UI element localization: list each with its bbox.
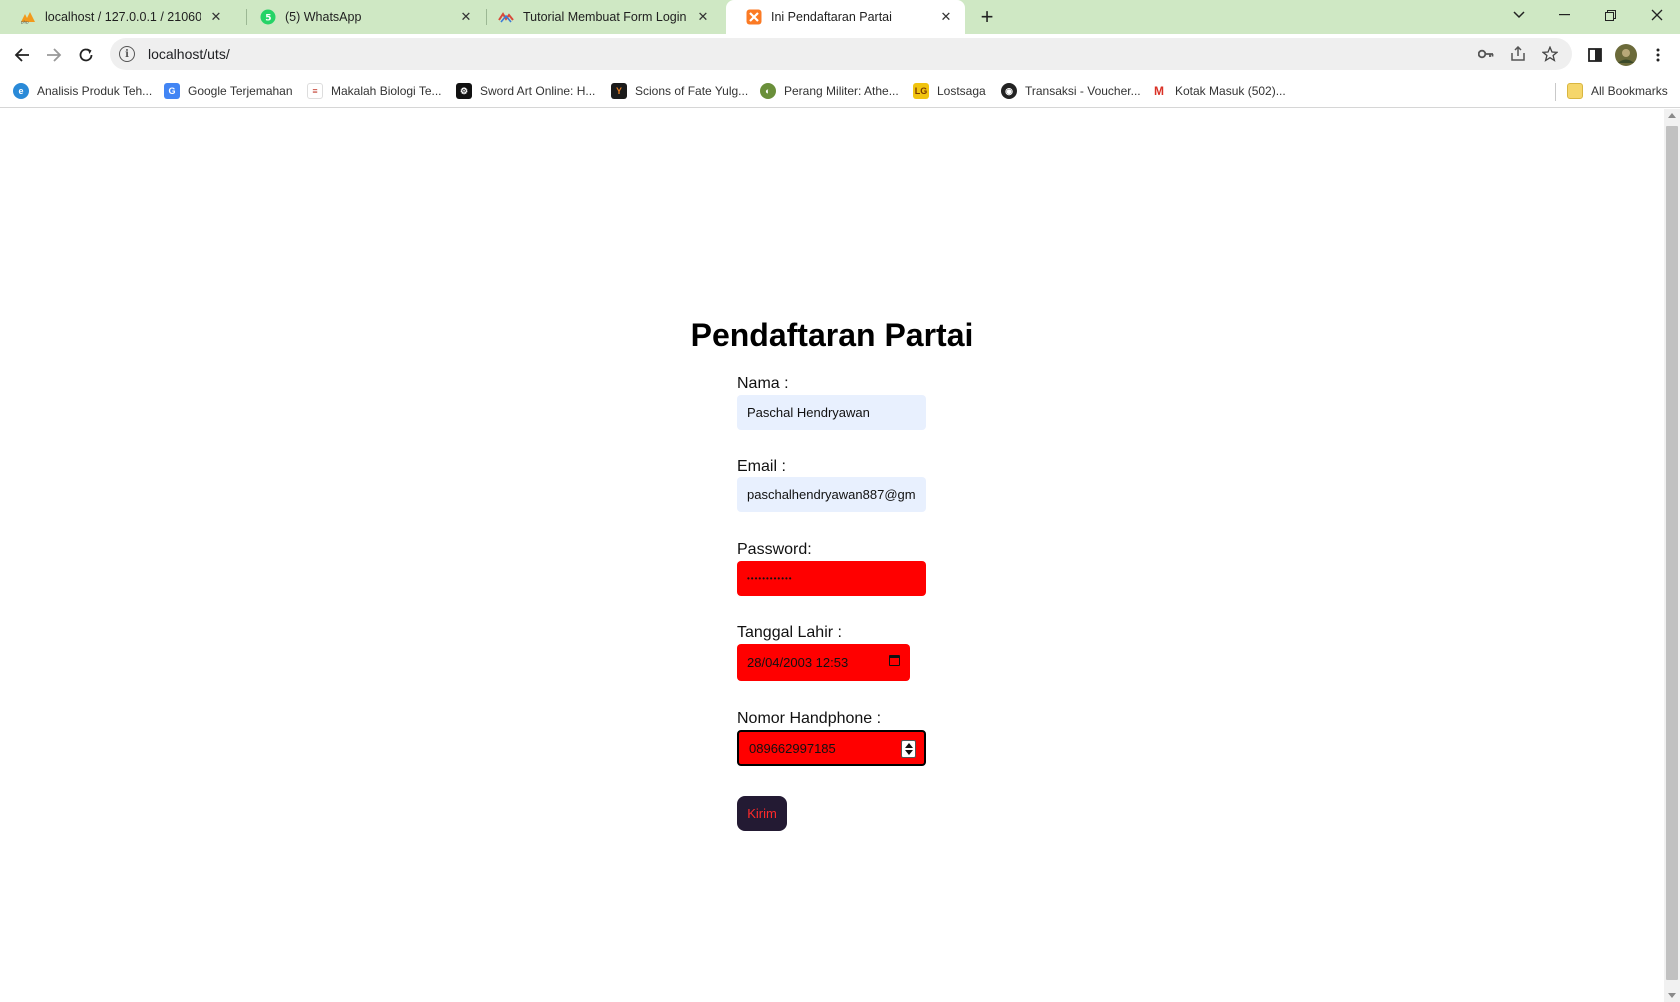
nama-input[interactable]: Paschal Hendryawan bbox=[737, 395, 926, 430]
back-icon[interactable] bbox=[8, 41, 36, 69]
close-tab-icon[interactable]: ✕ bbox=[694, 8, 712, 26]
bookmarks-bar: e Analisis Produk Teh... G Google Terjem… bbox=[0, 75, 1680, 108]
bookmark-label: Scions of Fate Yulg... bbox=[635, 84, 749, 98]
share-icon[interactable] bbox=[1510, 46, 1526, 62]
reload-icon[interactable] bbox=[72, 41, 100, 69]
phpmyadmin-icon: php bbox=[20, 9, 36, 25]
svg-text:5: 5 bbox=[265, 14, 271, 24]
bookmark-label: Perang Militer: Athe... bbox=[784, 84, 899, 98]
tutorial-site-icon bbox=[498, 9, 514, 25]
all-bookmarks-label: All Bookmarks bbox=[1591, 84, 1668, 98]
number-spinner-icon[interactable] bbox=[901, 740, 916, 758]
forward-icon[interactable] bbox=[40, 41, 68, 69]
whatsapp-icon: 5 bbox=[260, 9, 276, 25]
google-translate-icon: G bbox=[164, 83, 180, 99]
bookmark-item[interactable]: ◉ Transaksi - Voucher... bbox=[1001, 81, 1141, 101]
bookmark-star-icon[interactable] bbox=[1542, 46, 1558, 62]
nama-value: Paschal Hendryawan bbox=[747, 405, 870, 420]
menu-kebab-icon[interactable] bbox=[1646, 43, 1670, 67]
bookmark-label: Sword Art Online: H... bbox=[480, 84, 596, 98]
password-key-icon[interactable] bbox=[1478, 46, 1494, 62]
bookmark-label: Transaksi - Voucher... bbox=[1025, 84, 1141, 98]
bookmark-item[interactable]: M Kotak Masuk (502)... bbox=[1151, 81, 1286, 101]
nomor-handphone-value: 089662997185 bbox=[749, 740, 836, 756]
bookmark-item[interactable]: ◐ Perang Militer: Athe... bbox=[760, 81, 899, 101]
calendar-icon[interactable] bbox=[889, 655, 900, 666]
kirim-button[interactable]: Kirim bbox=[737, 796, 787, 831]
tab-tutorial[interactable]: Tutorial Membuat Form Login d ✕ bbox=[478, 0, 722, 34]
bookmarks-divider bbox=[1555, 83, 1556, 101]
steam-icon: ⚙ bbox=[456, 83, 472, 99]
email-input[interactable]: paschalhendryawan887@gm bbox=[737, 477, 926, 512]
svg-text:php: php bbox=[21, 20, 29, 25]
xampp-icon bbox=[746, 9, 762, 25]
restore-icon[interactable] bbox=[1587, 0, 1633, 30]
nama-label: Nama : bbox=[737, 375, 789, 392]
bookmark-item[interactable]: ⚙ Sword Art Online: H... bbox=[456, 81, 595, 101]
minimize-icon[interactable] bbox=[1541, 0, 1587, 30]
tab-title: Tutorial Membuat Form Login d bbox=[523, 10, 688, 24]
nomor-handphone-input[interactable]: 089662997185 bbox=[737, 730, 926, 766]
bookmark-label: Analisis Produk Teh... bbox=[37, 84, 153, 98]
globe-icon: ◐ bbox=[760, 83, 776, 99]
bookmark-item[interactable]: e Analisis Produk Teh... bbox=[13, 81, 152, 101]
password-input[interactable]: •••••••••••• bbox=[737, 561, 926, 596]
close-tab-icon[interactable]: ✕ bbox=[937, 8, 955, 26]
folder-icon bbox=[1567, 83, 1583, 99]
voucher-icon: ◉ bbox=[1001, 83, 1017, 99]
tanggal-lahir-value: 28/04/2003 12:53 bbox=[747, 655, 849, 670]
tanggal-lahir-input[interactable]: 28/04/2003 12:53 bbox=[737, 644, 910, 681]
bookmark-item[interactable]: Y Scions of Fate Yulg... bbox=[611, 81, 748, 101]
side-panel-icon[interactable] bbox=[1583, 43, 1607, 67]
close-tab-icon[interactable]: ✕ bbox=[457, 8, 475, 26]
browser-toolbar: i localhost/uts/ bbox=[0, 34, 1680, 75]
scroll-up-arrow-icon[interactable] bbox=[1668, 113, 1676, 118]
lostsaga-icon: LG bbox=[913, 83, 929, 99]
password-value: •••••••••••• bbox=[747, 574, 793, 583]
page-title: Pendaftaran Partai bbox=[690, 317, 974, 353]
page-scrollbar[interactable] bbox=[1664, 109, 1680, 1002]
email-value: paschalhendryawan887@gm bbox=[747, 487, 916, 502]
new-tab-icon[interactable]: + bbox=[975, 4, 999, 29]
password-label: Password: bbox=[737, 541, 812, 558]
nomor-handphone-label: Nomor Handphone : bbox=[737, 710, 882, 727]
tanggal-lahir-label: Tanggal Lahir : bbox=[737, 624, 842, 641]
close-window-icon[interactable] bbox=[1634, 0, 1680, 30]
bookmark-label: Makalah Biologi Te... bbox=[331, 84, 442, 98]
bookmark-item[interactable]: LG Lostsaga bbox=[913, 81, 986, 101]
page-viewport: Pendaftaran Partai Nama : Paschal Hendry… bbox=[0, 109, 1664, 1002]
close-tab-icon[interactable]: ✕ bbox=[207, 8, 225, 26]
scrollbar-thumb[interactable] bbox=[1666, 126, 1678, 980]
bookmark-item[interactable]: G Google Terjemahan bbox=[164, 81, 293, 101]
bookmark-label: Kotak Masuk (502)... bbox=[1175, 84, 1286, 98]
all-bookmarks-button[interactable]: All Bookmarks bbox=[1567, 81, 1668, 101]
email-label: Email : bbox=[737, 458, 786, 475]
game-icon: Y bbox=[611, 83, 627, 99]
tab-title: localhost / 127.0.0.1 / 2106034_ bbox=[45, 10, 201, 24]
web-icon: e bbox=[13, 83, 29, 99]
gmail-icon: M bbox=[1151, 83, 1167, 99]
site-info-icon[interactable]: i bbox=[119, 46, 135, 62]
document-icon: ≡ bbox=[307, 83, 323, 99]
url-text[interactable]: localhost/uts/ bbox=[148, 46, 230, 62]
tab-phpmyadmin[interactable]: php localhost / 127.0.0.1 / 2106034_ ✕ bbox=[0, 0, 235, 34]
tab-pendaftaran[interactable]: Ini Pendaftaran Partai ✕ bbox=[726, 0, 965, 34]
tab-title: (5) WhatsApp bbox=[285, 10, 362, 24]
tab-strip: php localhost / 127.0.0.1 / 2106034_ ✕ 5… bbox=[0, 0, 1680, 34]
bookmark-item[interactable]: ≡ Makalah Biologi Te... bbox=[307, 81, 442, 101]
bookmark-label: Lostsaga bbox=[937, 84, 986, 98]
tab-search-chevron-icon[interactable] bbox=[1496, 0, 1542, 30]
scroll-down-arrow-icon[interactable] bbox=[1668, 993, 1676, 998]
profile-avatar[interactable] bbox=[1614, 43, 1638, 67]
address-bar[interactable]: i localhost/uts/ bbox=[110, 38, 1572, 70]
tab-whatsapp[interactable]: 5 (5) WhatsApp ✕ bbox=[240, 0, 485, 34]
bookmark-label: Google Terjemahan bbox=[188, 84, 293, 98]
tab-title: Ini Pendaftaran Partai bbox=[771, 10, 892, 24]
